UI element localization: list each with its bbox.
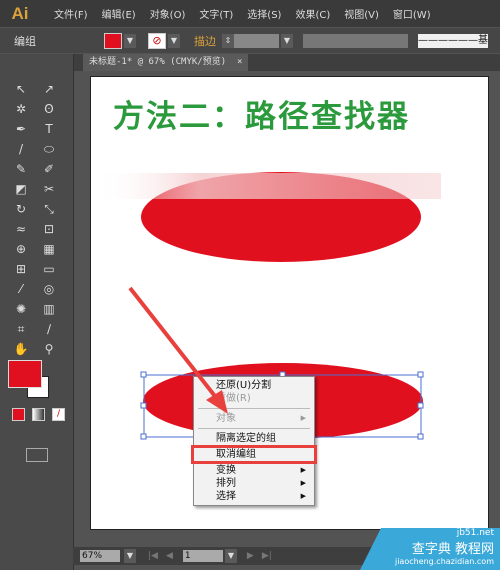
type-tool-icon[interactable]: T	[40, 120, 58, 138]
menu-item-arrange[interactable]: 排列 ▶	[194, 477, 314, 490]
menu-separator	[198, 428, 310, 429]
menu-item-isolate-group[interactable]: 隔离选定的组	[194, 432, 314, 445]
scissors-icon[interactable]: ✂	[40, 180, 58, 198]
blurred-band	[96, 173, 441, 199]
scale-icon[interactable]: ⤡	[40, 200, 58, 218]
submenu-arrow-icon: ▶	[300, 414, 306, 422]
document-tab[interactable]: 未标题-1* @ 67% (CMYK/预览) ×	[83, 54, 249, 71]
paintbrush-icon[interactable]: ✎	[12, 160, 30, 178]
menu-item-label: 取消编组	[216, 449, 256, 460]
menu-separator	[198, 408, 310, 409]
line-tool-icon[interactable]: /	[12, 140, 30, 158]
width-tool-icon[interactable]: ≈	[12, 220, 30, 238]
menu-item-label: 还原(U)分割	[216, 380, 272, 391]
menu-view[interactable]: 视图(V)	[344, 6, 379, 21]
menu-file[interactable]: 文件(F)	[54, 6, 88, 21]
menu-item-select[interactable]: 选择 ▶	[194, 490, 314, 503]
eraser-icon[interactable]: ◩	[12, 180, 30, 198]
mesh-icon[interactable]: ⊞	[12, 260, 30, 278]
next-page-icon[interactable]: ▶	[247, 551, 254, 561]
tools-panel: ↖ ↗ ✲ ʘ ✒ T / ⬭ ✎ ✐ ◩ ✂ ↻ ⤡ ≈ ⊡ ⊕ ▦ ⊞ ▭ …	[0, 54, 74, 570]
watermark-url: jiaocheng.chazidian.com	[394, 557, 494, 566]
variable-width-select[interactable]	[303, 33, 408, 48]
none-mode-icon[interactable]: /	[52, 408, 65, 421]
control-bar: 编组 ▼ ⊘ ▼ 描边 ⇕ ▼ ——————基本	[0, 28, 500, 53]
document-title: 未标题-1* @ 67% (CMYK/预览)	[89, 57, 227, 67]
fill-swatch[interactable]	[104, 32, 122, 49]
menu-item-ungroup[interactable]: 取消编组	[191, 445, 317, 464]
gradient-mode-icon[interactable]	[32, 408, 45, 421]
zoom-icon[interactable]: ⚲	[40, 340, 58, 358]
menu-bar: Ai 文件(F) 编辑(E) 对象(O) 文字(T) 选择(S) 效果(C) 视…	[0, 0, 500, 27]
menu-item-redo: 重做(R)	[194, 392, 314, 405]
hand-icon[interactable]: ✋	[12, 340, 30, 358]
menu-item-transform[interactable]: 变换 ▶	[194, 464, 314, 477]
color-mode-icon[interactable]	[12, 408, 25, 421]
page-field[interactable]: 1	[182, 550, 223, 562]
ellipse-tool-icon[interactable]: ⬭	[40, 140, 58, 158]
menu-item-label: 重做(R)	[216, 393, 251, 404]
menu-item-label: 隔离选定的组	[216, 433, 276, 444]
menu-edit[interactable]: 编辑(E)	[102, 6, 136, 21]
shape-builder-icon[interactable]: ⊕	[12, 240, 30, 258]
selection-label: 编组	[14, 34, 36, 48]
gradient-icon[interactable]: ▭	[40, 260, 58, 278]
screen-mode-icon[interactable]	[26, 448, 48, 462]
document-tab-bar: 未标题-1* @ 67% (CMYK/预览) ×	[73, 54, 500, 71]
stroke-weight-input[interactable]	[234, 33, 279, 48]
lasso-icon[interactable]: ʘ	[40, 100, 58, 118]
menu-item-label: 对象	[216, 413, 236, 424]
context-menu: 还原(U)分割 重做(R) 对象 ▶ 隔离选定的组 取消编组 变换 ▶ 排列 ▶ 选择…	[191, 376, 317, 506]
slice-icon[interactable]: ∕	[40, 320, 58, 338]
menu-type[interactable]: 文字(T)	[199, 6, 233, 21]
menu-item-label: 选择	[216, 491, 236, 502]
last-page-icon[interactable]: ▶|	[262, 551, 272, 561]
stroke-weight-dropdown[interactable]: ▼	[281, 33, 293, 48]
perspective-icon[interactable]: ▦	[40, 240, 58, 258]
zoom-dropdown[interactable]: ▼	[124, 549, 136, 563]
app-logo: Ai	[11, 3, 29, 23]
brush-style-label: 基本	[478, 34, 488, 46]
direct-selection-tool-icon[interactable]: ↗	[40, 80, 58, 98]
fill-dropdown[interactable]: ▼	[124, 33, 136, 48]
watermark: jb51.net 查字典 教程网 jiaocheng.chazidian.com	[360, 528, 500, 570]
submenu-arrow-icon: ▶	[300, 479, 306, 487]
first-page-icon[interactable]: |◀	[148, 551, 158, 561]
artboard-tool-icon[interactable]: ⌗	[12, 320, 30, 338]
stroke-dropdown[interactable]: ▼	[168, 33, 180, 48]
menu-select[interactable]: 选择(S)	[247, 6, 281, 21]
stroke-none-swatch[interactable]: ⊘	[148, 32, 166, 49]
menu-item-object[interactable]: 对象 ▶	[194, 412, 314, 425]
menu-object[interactable]: 对象(O)	[150, 6, 186, 21]
stroke-label[interactable]: 描边	[194, 33, 216, 49]
fill-color-box[interactable]	[8, 360, 42, 388]
graph-icon[interactable]: ▥	[40, 300, 58, 318]
blend-icon[interactable]: ◎	[40, 280, 58, 298]
submenu-arrow-icon: ▶	[300, 466, 306, 474]
rotate-icon[interactable]: ↻	[12, 200, 30, 218]
stroke-stepper[interactable]: ⇕	[222, 33, 234, 48]
page-dropdown[interactable]: ▼	[224, 549, 237, 563]
pen-tool-icon[interactable]: ✒	[12, 120, 30, 138]
menu-window[interactable]: 窗口(W)	[393, 6, 431, 21]
eyedropper-icon[interactable]: ⁄	[12, 280, 30, 298]
menu-item-undo-divide[interactable]: 还原(U)分割	[194, 379, 314, 392]
menu-effect[interactable]: 效果(C)	[295, 6, 330, 21]
magic-wand-icon[interactable]: ✲	[12, 100, 30, 118]
close-tab-icon[interactable]: ×	[237, 57, 242, 67]
pencil-icon[interactable]: ✐	[40, 160, 58, 178]
menu-item-label: 排列	[216, 478, 236, 489]
prev-page-icon[interactable]: ◀	[166, 551, 173, 561]
brush-style-select[interactable]: ——————基本	[418, 33, 488, 48]
submenu-arrow-icon: ▶	[300, 492, 306, 500]
watermark-name: 查字典 教程网	[411, 542, 494, 557]
free-transform-icon[interactable]: ⊡	[40, 220, 58, 238]
menu-item-label: 变换	[216, 465, 236, 476]
zoom-field[interactable]: 67%	[80, 550, 120, 562]
symbol-sprayer-icon[interactable]: ✺	[12, 300, 30, 318]
selection-tool-icon[interactable]: ↖	[12, 80, 30, 98]
